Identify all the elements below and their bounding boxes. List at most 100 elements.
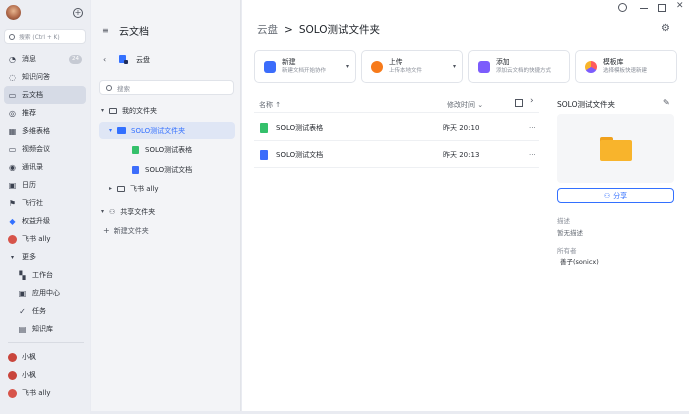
- unread-badge: 24: [69, 54, 82, 64]
- column-modified-header[interactable]: 修改时间 ⌄: [447, 100, 483, 110]
- nav-label: 推荐: [22, 109, 36, 117]
- nav-item-docs[interactable]: ▭ 云文档: [4, 86, 86, 104]
- share-button[interactable]: ⚇ 分享: [557, 188, 674, 203]
- add-icon[interactable]: +: [73, 8, 83, 18]
- breadcrumb: 云盘 > SOLO测试文件夹: [257, 22, 380, 37]
- grid-view-icon[interactable]: [515, 99, 523, 107]
- nav-label: 消息: [22, 55, 36, 63]
- nav-label: 工作台: [32, 271, 53, 279]
- contact-avatar-icon: [8, 388, 17, 398]
- table-icon: ▦: [8, 126, 17, 136]
- contact-avatar-icon: [8, 352, 17, 362]
- chevron-right-icon: ▸: [109, 185, 113, 192]
- tree-feishu-ally[interactable]: ▸ 飞书 ally: [99, 180, 235, 197]
- new-doc-card[interactable]: 新建 新建文档开始协作 ▾: [254, 50, 356, 83]
- contact-item[interactable]: 飞书 ally: [4, 384, 86, 402]
- nav-item-tasks[interactable]: ✓ 任务: [4, 302, 86, 320]
- folder-outline-icon: [109, 107, 117, 114]
- card-subtitle: 上传本地文件: [389, 68, 423, 74]
- chevron-right-icon[interactable]: ›: [530, 96, 534, 106]
- nav-label: 视频会议: [22, 145, 50, 153]
- nav-item-more[interactable]: ▾ 更多: [4, 248, 86, 266]
- tree-search-box[interactable]: 搜索: [99, 80, 234, 95]
- nav-item-wiki[interactable]: ▤ 知识库: [4, 320, 86, 338]
- app-nav-sidebar: + 搜索 (Ctrl + K) ◔ 消息 24 ◌ 知识问答 ▭ 云文档 ◎ 推荐 ▦ 多维…: [0, 0, 90, 414]
- back-chevron-icon[interactable]: ‹: [103, 55, 106, 64]
- edit-pencil-icon[interactable]: ✎: [663, 98, 670, 107]
- contact-item[interactable]: 小枫: [4, 366, 86, 384]
- search-icon: [106, 84, 112, 91]
- maximize-icon[interactable]: [658, 4, 666, 12]
- settings-gear-icon[interactable]: ⚙: [661, 23, 670, 34]
- close-icon[interactable]: ✕: [676, 1, 684, 11]
- add-shortcut-card[interactable]: 添加 添加云文档的快捷方式: [468, 50, 570, 83]
- search-box[interactable]: 搜索 (Ctrl + K): [4, 29, 86, 44]
- file-modified-time: 昨天 20:10: [443, 123, 480, 132]
- tree-label: SOLO测试文档: [145, 165, 193, 174]
- nav-item-workbench[interactable]: ▚ 工作台: [4, 266, 86, 284]
- file-row[interactable]: SOLO测试文档 昨天 20:13 ···: [254, 142, 539, 168]
- column-name-header[interactable]: 名称 ↑: [259, 100, 281, 110]
- file-modified-time: 昨天 20:13: [443, 150, 480, 159]
- more-options-icon[interactable]: ···: [529, 151, 536, 159]
- sheet-icon: [260, 122, 268, 133]
- tree-doc[interactable]: SOLO测试文档: [99, 161, 235, 178]
- nav-item-ally[interactable]: 飞书 ally: [4, 230, 86, 248]
- folder-large-icon: [599, 136, 632, 161]
- chevron-down-icon: ▾: [10, 253, 14, 261]
- ally-avatar-icon: [8, 234, 17, 244]
- owner-value[interactable]: 善子(sonicx): [560, 256, 599, 266]
- docs-icon: ▭: [8, 90, 17, 100]
- tree-label: SOLO测试表格: [145, 145, 193, 154]
- doc-icon: [260, 149, 268, 160]
- folder-preview: [557, 114, 674, 183]
- nav-item-calendar[interactable]: ▣ 日历: [4, 176, 86, 194]
- breadcrumb-root[interactable]: 云盘: [257, 22, 278, 37]
- drive-logo-icon: [116, 52, 129, 65]
- minimize-icon[interactable]: [640, 8, 648, 9]
- folder-icon: [117, 127, 126, 134]
- chevron-down-icon: ▾: [345, 63, 349, 70]
- card-subtitle: 新建文档开始协作: [282, 68, 327, 74]
- shared-folder-icon: ⚇: [109, 207, 116, 216]
- nav-item-contacts[interactable]: ◉ 通讯录: [4, 158, 86, 176]
- collapse-panel-icon[interactable]: ≡: [102, 26, 109, 35]
- tree-label: 我的文件夹: [122, 106, 157, 115]
- nav-item-meeting[interactable]: ▭ 视频会议: [4, 140, 86, 158]
- search-icon: [9, 33, 15, 40]
- tree-shared-folder[interactable]: ▾ ⚇ 共享文件夹: [99, 203, 235, 220]
- user-avatar[interactable]: [6, 5, 21, 20]
- nav-item-appcenter[interactable]: ▣ 应用中心: [4, 284, 86, 302]
- card-subtitle: 选择模板快速新建: [603, 68, 648, 74]
- description-value: 暂无描述: [557, 229, 583, 237]
- file-row[interactable]: SOLO测试表格 昨天 20:10 ···: [254, 115, 539, 141]
- nav-item-recommend[interactable]: ◎ 推荐: [4, 104, 86, 122]
- tree-my-folder[interactable]: ▾ 我的文件夹: [99, 102, 235, 119]
- tree-solo-folder[interactable]: ▾ SOLO测试文件夹: [99, 122, 235, 139]
- contact-item[interactable]: 小枫: [4, 348, 86, 366]
- upload-card[interactable]: 上传 上传本地文件 ▾: [361, 50, 463, 83]
- video-icon: ▭: [8, 144, 17, 154]
- nav-item-qa[interactable]: ◌ 知识问答: [4, 68, 86, 86]
- nav-item-messages[interactable]: ◔ 消息 24: [4, 50, 86, 68]
- tree-sheet[interactable]: SOLO测试表格: [99, 141, 235, 158]
- breadcrumb-separator: >: [284, 23, 293, 36]
- nav-label: 飞书 ally: [22, 235, 51, 243]
- file-name: SOLO测试文档: [276, 150, 324, 159]
- history-icon[interactable]: [618, 3, 627, 12]
- nav-label: 知识问答: [22, 73, 50, 81]
- description-label: 描述: [557, 217, 570, 225]
- chevron-down-icon: ▾: [452, 63, 456, 70]
- new-folder-button[interactable]: + 新建文件夹: [99, 222, 235, 239]
- nav-label: 多维表格: [22, 127, 50, 135]
- card-title: 模板库: [603, 58, 624, 66]
- nav-item-flyclub[interactable]: ⚑ 飞行社: [4, 194, 86, 212]
- template-card[interactable]: 模板库选择模板快速新建: [575, 50, 677, 83]
- nav-item-upgrade[interactable]: ◆ 权益升级: [4, 212, 86, 230]
- nav-item-base[interactable]: ▦ 多维表格: [4, 122, 86, 140]
- new-folder-label: 新建文件夹: [113, 226, 149, 235]
- more-options-icon[interactable]: ···: [529, 124, 536, 132]
- nav-label: 日历: [22, 181, 36, 189]
- doc-icon: [132, 165, 139, 174]
- tree-search-placeholder: 搜索: [117, 84, 130, 93]
